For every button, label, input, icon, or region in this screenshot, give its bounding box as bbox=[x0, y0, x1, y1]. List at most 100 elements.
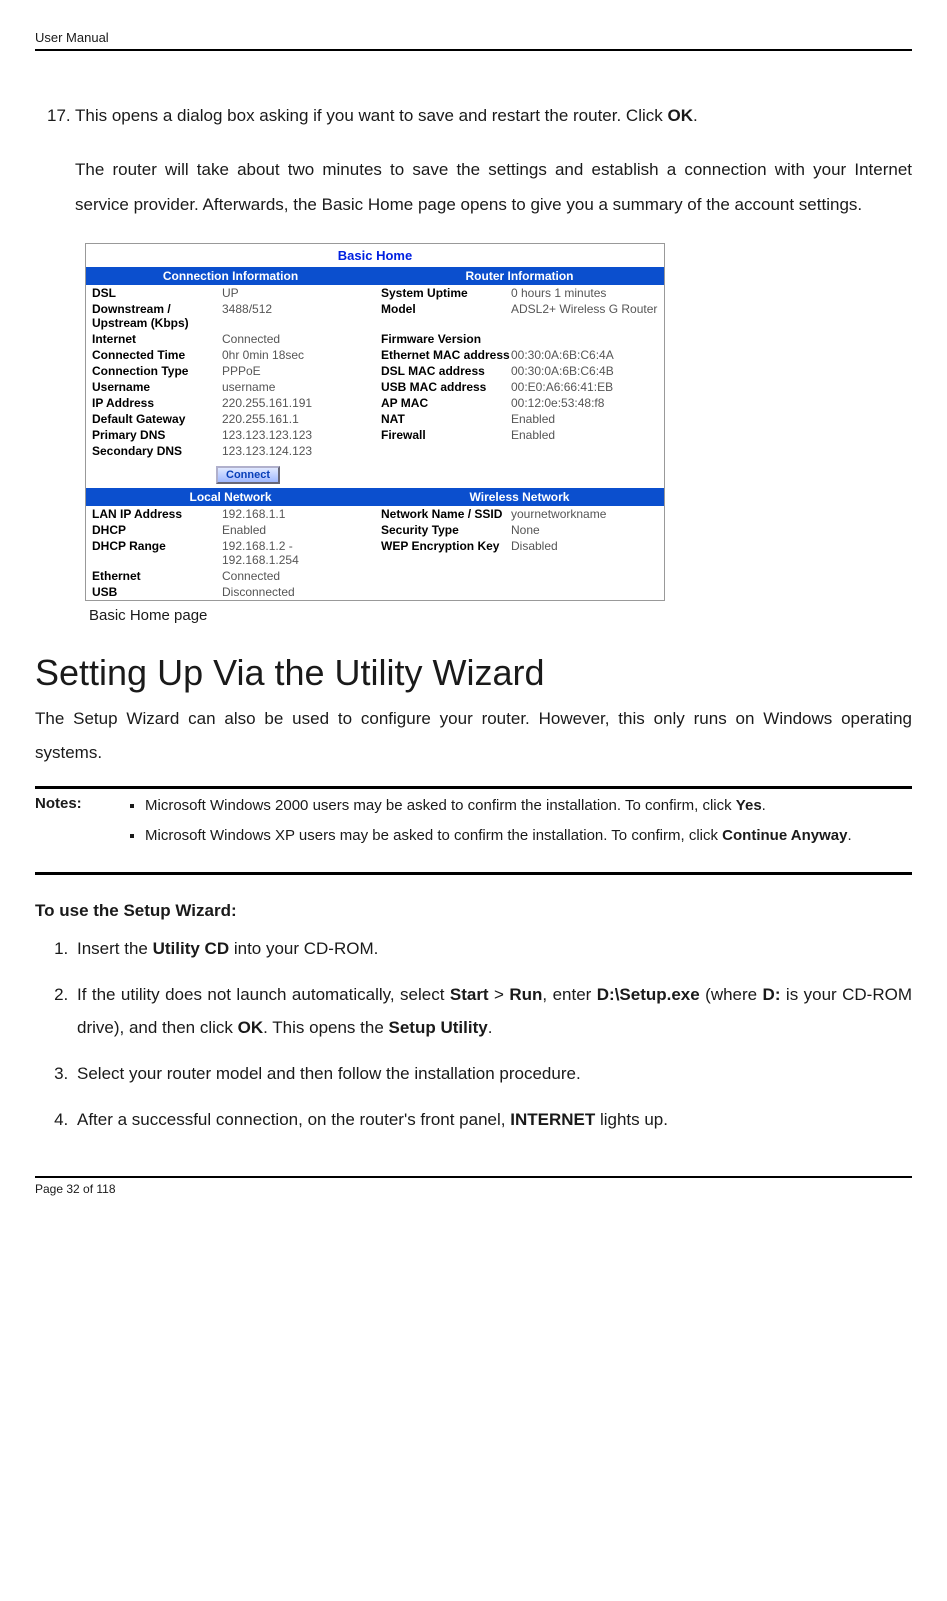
info-label: Downstream / Upstream (Kbps) bbox=[92, 302, 222, 330]
notes-label: Notes: bbox=[35, 795, 125, 856]
s2e: , enter bbox=[542, 985, 596, 1004]
info-value bbox=[511, 332, 658, 346]
info-label: USB bbox=[92, 585, 222, 599]
bottom-rule bbox=[35, 1176, 912, 1178]
info-value: PPPoE bbox=[222, 364, 369, 378]
wizard-step-1: Insert the Utility CD into your CD-ROM. bbox=[73, 933, 912, 965]
s4a: After a successful connection, on the ro… bbox=[77, 1110, 510, 1129]
s1c: into your CD-ROM. bbox=[229, 939, 378, 958]
page-footer: Page 32 of 118 bbox=[35, 1182, 912, 1196]
bar-router-info: Router Information bbox=[375, 267, 664, 285]
info-value: Disconnected bbox=[222, 585, 369, 599]
header-label: User Manual bbox=[35, 30, 912, 45]
note1-c: . bbox=[762, 797, 766, 814]
top-rule bbox=[35, 49, 912, 51]
info-value: ADSL2+ Wireless G Router bbox=[511, 302, 658, 330]
info-value: 00:E0:A6:66:41:EB bbox=[511, 380, 658, 394]
info-value: UP bbox=[222, 286, 369, 300]
info-value: 00:30:0A:6B:C6:4A bbox=[511, 348, 658, 362]
info-label: Internet bbox=[92, 332, 222, 346]
s2h: D: bbox=[763, 985, 781, 1004]
info-label: AP MAC bbox=[381, 396, 511, 410]
info-label: Secondary DNS bbox=[92, 444, 222, 458]
info-value: Enabled bbox=[511, 428, 658, 442]
info-value: Enabled bbox=[511, 412, 658, 426]
s2k: . This opens the bbox=[263, 1018, 388, 1037]
info-label: LAN IP Address bbox=[92, 507, 222, 521]
note-item-1: Microsoft Windows 2000 users may be aske… bbox=[145, 795, 912, 818]
info-label: NAT bbox=[381, 412, 511, 426]
bar-wireless-network: Wireless Network bbox=[375, 488, 664, 506]
s2j: OK bbox=[238, 1018, 264, 1037]
info-value: 3488/512 bbox=[222, 302, 369, 330]
connect-button[interactable]: Connect bbox=[216, 466, 280, 484]
section-heading: Setting Up Via the Utility Wizard bbox=[35, 652, 912, 694]
info-value: yournetworkname bbox=[511, 507, 658, 521]
info-label: Ethernet MAC address bbox=[381, 348, 511, 362]
info-value: Connected bbox=[222, 569, 369, 583]
info-label: System Uptime bbox=[381, 286, 511, 300]
s2l: Setup Utility bbox=[389, 1018, 488, 1037]
info-label: Primary DNS bbox=[92, 428, 222, 442]
step17-number: 17. bbox=[47, 101, 75, 132]
info-label: DSL MAC address bbox=[381, 364, 511, 378]
s4c: lights up. bbox=[595, 1110, 668, 1129]
s1a: Insert the bbox=[77, 939, 153, 958]
notes-rule-bottom bbox=[35, 872, 912, 875]
info-label: Firewall bbox=[381, 428, 511, 442]
info-label: DSL bbox=[92, 286, 222, 300]
info-value: 0hr 0min 18sec bbox=[222, 348, 369, 362]
wizard-step-2: If the utility does not launch automatic… bbox=[73, 979, 912, 1044]
info-label: USB MAC address bbox=[381, 380, 511, 394]
info-value: 123.123.124.123 bbox=[222, 444, 369, 458]
ok-bold: OK bbox=[668, 106, 694, 125]
info-label: WEP Encryption Key bbox=[381, 539, 511, 567]
figure-caption: Basic Home page bbox=[89, 607, 665, 624]
step17-text-b: . bbox=[693, 106, 698, 125]
info-value: Connected bbox=[222, 332, 369, 346]
info-value: username bbox=[222, 380, 369, 394]
bar-connection-info: Connection Information bbox=[86, 267, 375, 285]
s2a: If the utility does not launch automatic… bbox=[77, 985, 450, 1004]
note2-a: Microsoft Windows XP users may be asked … bbox=[145, 827, 722, 844]
info-value: 0 hours 1 minutes bbox=[511, 286, 658, 300]
info-label: Ethernet bbox=[92, 569, 222, 583]
s2b: Start bbox=[450, 985, 489, 1004]
bar-local-network: Local Network bbox=[86, 488, 375, 506]
note1-a: Microsoft Windows 2000 users may be aske… bbox=[145, 797, 736, 814]
info-value: None bbox=[511, 523, 658, 537]
s2d: Run bbox=[509, 985, 542, 1004]
s2m: . bbox=[488, 1018, 493, 1037]
info-label: Model bbox=[381, 302, 511, 330]
info-label: Default Gateway bbox=[92, 412, 222, 426]
note1-yes: Yes bbox=[736, 797, 762, 814]
info-value: Disabled bbox=[511, 539, 658, 567]
info-label: Network Name / SSID bbox=[381, 507, 511, 521]
wizard-heading: To use the Setup Wizard: bbox=[35, 901, 912, 921]
step17-text-a: This opens a dialog box asking if you wa… bbox=[75, 106, 668, 125]
info-value: 220.255.161.191 bbox=[222, 396, 369, 410]
info-value: 00:30:0A:6B:C6:4B bbox=[511, 364, 658, 378]
info-label: Security Type bbox=[381, 523, 511, 537]
note2-c: . bbox=[847, 827, 851, 844]
step17-body: The router will take about two minutes t… bbox=[75, 152, 912, 223]
info-label: DHCP Range bbox=[92, 539, 222, 567]
note2-continue: Continue Anyway bbox=[722, 827, 847, 844]
note-item-2: Microsoft Windows XP users may be asked … bbox=[145, 825, 912, 848]
info-value: 192.168.1.1 bbox=[222, 507, 369, 521]
info-value: 220.255.161.1 bbox=[222, 412, 369, 426]
fig-title: Basic Home bbox=[86, 244, 664, 267]
s2f: D:\Setup.exe bbox=[597, 985, 700, 1004]
info-value: 00:12:0e:53:48:f8 bbox=[511, 396, 658, 410]
info-label: Connection Type bbox=[92, 364, 222, 378]
info-label: Firmware Version bbox=[381, 332, 511, 346]
info-label: DHCP bbox=[92, 523, 222, 537]
s1b: Utility CD bbox=[153, 939, 230, 958]
notes-rule-top bbox=[35, 786, 912, 789]
info-value: Enabled bbox=[222, 523, 369, 537]
wizard-step-4: After a successful connection, on the ro… bbox=[73, 1104, 912, 1136]
info-label: Connected Time bbox=[92, 348, 222, 362]
info-label: IP Address bbox=[92, 396, 222, 410]
info-label: Username bbox=[92, 380, 222, 394]
wizard-step-3: Select your router model and then follow… bbox=[73, 1058, 912, 1090]
